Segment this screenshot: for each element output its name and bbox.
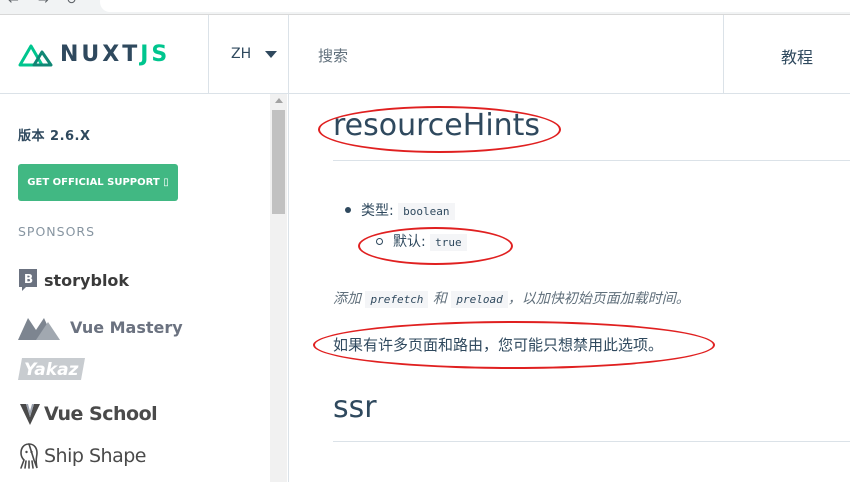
- site-header: NUXTJS ZH 搜索 教程: [0, 15, 850, 94]
- nuxt-mountain-icon: [18, 44, 53, 67]
- yakaz-icon: Yakaz: [18, 358, 85, 380]
- sponsor-name: Ship Shape: [44, 445, 146, 467]
- scrollbar-thumb[interactable]: [272, 110, 285, 214]
- sponsor-yakaz[interactable]: Yakaz: [18, 356, 86, 382]
- nav-tutorial[interactable]: 教程: [723, 15, 850, 93]
- browser-toolbar: ← → ↻: [0, 0, 850, 15]
- sponsor-name: storyblok: [44, 270, 130, 290]
- divider: [333, 441, 850, 442]
- sidebar-scrollbar[interactable]: [270, 94, 287, 482]
- vue-mastery-icon: [18, 318, 60, 340]
- language-selector[interactable]: ZH: [208, 15, 289, 93]
- get-official-support-button[interactable]: GET OFFICIAL SUPPORT ▯: [18, 164, 178, 201]
- ship-shape-octopus-icon: [20, 443, 38, 469]
- type-value: boolean: [398, 203, 455, 220]
- search-input[interactable]: 搜索: [318, 45, 348, 66]
- sponsor-storyblok[interactable]: B storyblok: [18, 268, 129, 292]
- sponsor-vue-mastery[interactable]: Vue Mastery: [18, 312, 183, 342]
- section-heading-ssr: ssr: [333, 390, 377, 425]
- nuxt-logo[interactable]: NUXTJS: [18, 41, 170, 67]
- forward-arrow-icon[interactable]: →: [38, 0, 49, 8]
- red-annotation-oval: [358, 227, 513, 265]
- version-label: 版本 2.6.X: [18, 129, 91, 144]
- sponsor-name: Yakaz: [24, 360, 79, 380]
- type-item: 类型: boolean: [361, 200, 455, 220]
- scroll-up-arrow-icon[interactable]: [275, 98, 283, 103]
- sponsors-heading: SPONSORS: [18, 224, 96, 239]
- nav-tutorial-label: 教程: [781, 48, 814, 67]
- list-bullet: [345, 207, 351, 213]
- red-annotation-oval: [313, 321, 715, 369]
- red-annotation-oval: [318, 106, 561, 153]
- sponsor-name: Vue Mastery: [70, 317, 183, 337]
- back-arrow-icon[interactable]: ←: [8, 0, 19, 8]
- sidebar: 版本 2.6.X GET OFFICIAL SUPPORT ▯ SPONSORS…: [0, 94, 289, 482]
- description-text: 添加 prefetch 和 preload ，以加快初始页面加载时间。: [333, 291, 690, 308]
- chevron-down-icon: [265, 51, 277, 58]
- code-preload: preload: [451, 291, 508, 308]
- storyblok-icon: B: [19, 269, 37, 291]
- sponsor-name: Vue School: [44, 403, 158, 425]
- language-label: ZH: [231, 46, 252, 62]
- svg-text:B: B: [24, 272, 33, 286]
- sponsor-vue-school[interactable]: Vue School: [18, 401, 158, 427]
- type-label: 类型:: [361, 203, 394, 219]
- code-prefetch: prefetch: [365, 291, 429, 308]
- main-content: resourceHints 类型: boolean 默认: true 添加 pr…: [289, 94, 850, 482]
- vue-school-icon: [20, 404, 40, 425]
- logo-text: NUXTJS: [60, 41, 171, 67]
- address-bar[interactable]: [100, 0, 850, 12]
- sponsor-ship-shape[interactable]: Ship Shape: [18, 442, 146, 470]
- reload-icon[interactable]: ↻: [66, 0, 77, 8]
- divider: [333, 160, 850, 161]
